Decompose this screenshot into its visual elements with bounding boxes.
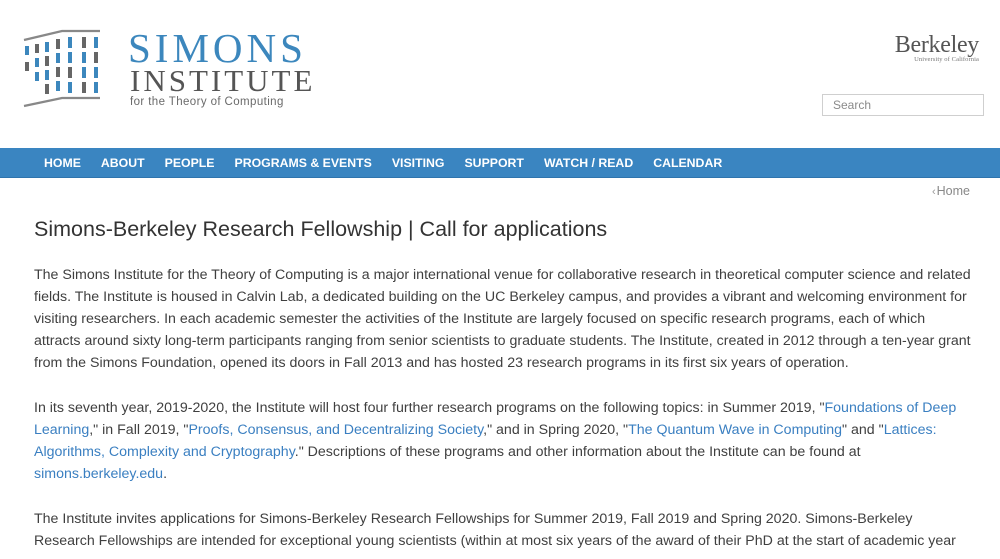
programs-text-3: ," and in Spring 2020, " — [483, 422, 629, 438]
programs-text-4: " and " — [842, 422, 884, 438]
main-nav: HOME ABOUT PEOPLE PROGRAMS & EVENTS VISI… — [0, 148, 1000, 178]
site-header: SIMONS INSTITUTE for the Theory of Compu… — [0, 0, 1000, 148]
search-input[interactable] — [822, 94, 984, 116]
chevron-left-icon: ‹ — [931, 186, 936, 198]
nav-item-support[interactable]: SUPPORT — [454, 148, 533, 178]
simons-site-link[interactable]: simons.berkeley.edu — [34, 466, 163, 482]
nav-item-watch-read[interactable]: WATCH / READ — [534, 148, 643, 178]
nav-item-about[interactable]: ABOUT — [91, 148, 155, 178]
simons-logo-mark-icon[interactable] — [22, 26, 102, 110]
logo-line-simons: SIMONS — [128, 25, 307, 71]
breadcrumb-home-link[interactable]: Home — [937, 184, 970, 198]
berkeley-logo[interactable]: Berkeley University of California — [894, 32, 980, 64]
programs-paragraph: In its seventh year, 2019-2020, the Inst… — [34, 397, 974, 485]
nav-item-calendar[interactable]: CALENDAR — [643, 148, 732, 178]
programs-text-2: ," in Fall 2019, " — [89, 422, 189, 438]
breadcrumb: ‹Home — [932, 184, 970, 198]
nav-item-programs-events[interactable]: PROGRAMS & EVENTS — [225, 148, 382, 178]
nav-item-home[interactable]: HOME — [34, 148, 91, 178]
fellowship-paragraph: The Institute invites applications for S… — [34, 511, 956, 549]
logo-line-institute: INSTITUTE — [130, 63, 316, 98]
nav-item-visiting[interactable]: VISITING — [382, 148, 455, 178]
programs-text-1: In its seventh year, 2019-2020, the Inst… — [34, 400, 825, 416]
main-content: Simons-Berkeley Research Fellowship | Ca… — [34, 214, 974, 552]
programs-text-6: . — [163, 466, 168, 482]
simons-logo-text[interactable]: SIMONS INSTITUTE for the Theory of Compu… — [128, 25, 316, 109]
nav-item-people[interactable]: PEOPLE — [155, 148, 225, 178]
berkeley-logo-name: Berkeley — [894, 32, 980, 58]
program-link-proofs-consensus[interactable]: Proofs, Consensus, and Decentralizing So… — [188, 422, 483, 438]
program-link-quantum-wave[interactable]: The Quantum Wave in Computing — [628, 422, 842, 438]
programs-text-5: ." Descriptions of these programs and ot… — [294, 444, 861, 460]
intro-paragraph: The Simons Institute for the Theory of C… — [34, 267, 971, 371]
page-title: Simons-Berkeley Research Fellowship | Ca… — [34, 217, 608, 241]
